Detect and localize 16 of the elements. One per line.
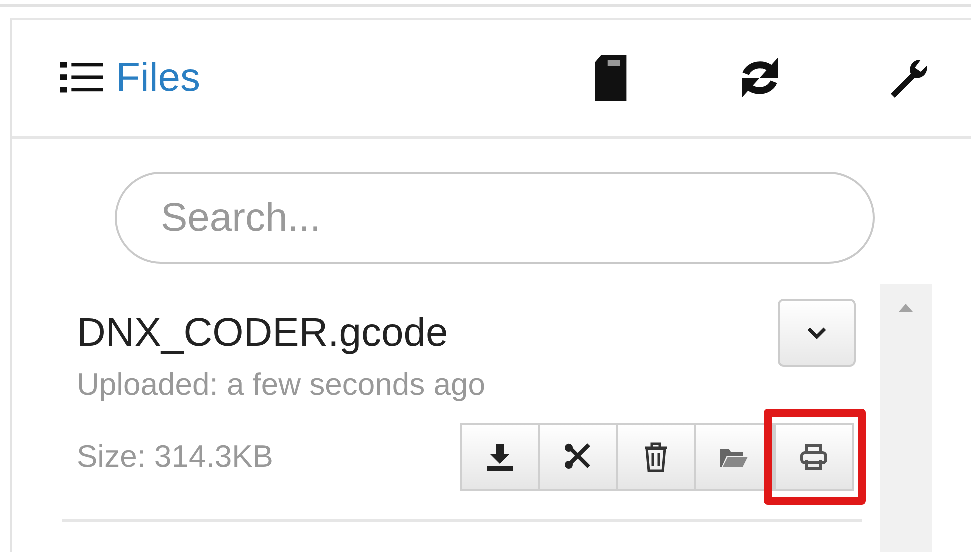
panel-title[interactable]: Files <box>116 56 200 100</box>
upload-time: Uploaded: a few seconds ago <box>77 367 486 403</box>
scissors-icon <box>563 442 593 472</box>
folder-button[interactable] <box>694 423 774 491</box>
file-size: Size: 314.3KB <box>77 439 274 475</box>
search-field[interactable]: Search... <box>115 172 875 264</box>
cut-button[interactable] <box>538 423 618 491</box>
scrollbar[interactable] <box>880 284 932 552</box>
chevron-icon <box>807 327 827 339</box>
printer-icon <box>799 442 829 472</box>
list-icon <box>60 61 106 95</box>
download-button[interactable] <box>460 423 540 491</box>
file-name: DNX_CODER.gcode <box>77 310 448 356</box>
download-icon <box>485 442 515 472</box>
delete-button[interactable] <box>616 423 696 491</box>
print-button[interactable] <box>774 423 854 491</box>
